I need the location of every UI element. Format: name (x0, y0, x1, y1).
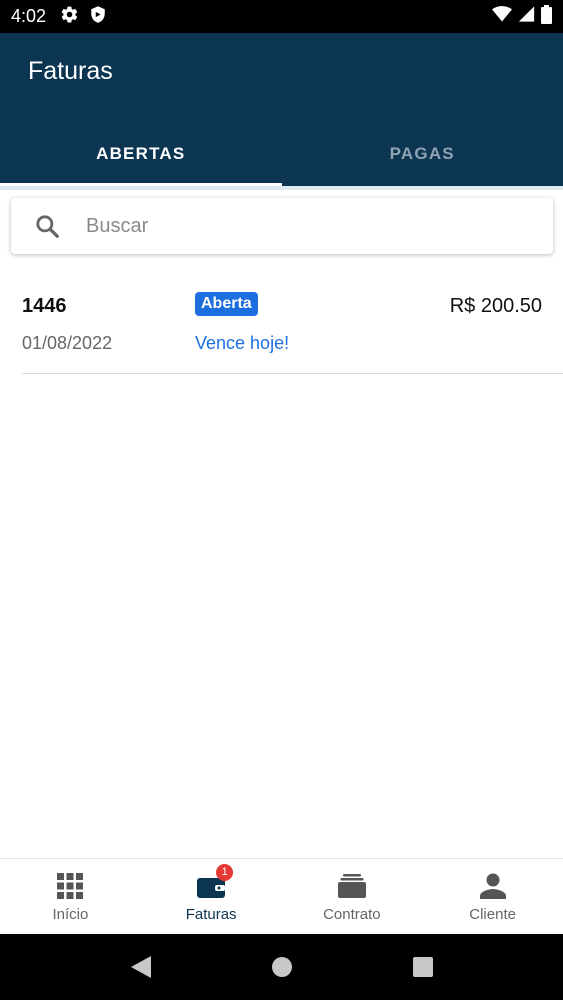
nav-label-contrato: Contrato (323, 905, 381, 923)
header-divider (0, 186, 563, 190)
tab-bar: ABERTAS PAGAS (0, 121, 563, 186)
nav-item-faturas[interactable]: 1 Faturas (141, 859, 282, 934)
invoice-number: 1446 (22, 295, 67, 317)
bottom-navigation: Início 1 Faturas Contrato Cliente (0, 858, 563, 934)
due-date-text: Vence hoje! (195, 333, 290, 353)
wallet-icon: 1 (196, 863, 234, 901)
folder-stack-icon (337, 871, 367, 901)
invoice-date: 01/08/2022 (22, 333, 113, 353)
recents-icon[interactable] (410, 954, 436, 980)
grid-icon (55, 871, 85, 901)
nav-item-cliente[interactable]: Cliente (422, 859, 563, 934)
search-bar[interactable] (11, 198, 553, 254)
tab-abertas-label: ABERTAS (96, 143, 186, 163)
search-icon[interactable] (34, 213, 60, 239)
settings-gear-icon (60, 5, 79, 29)
tab-pagas-label: PAGAS (389, 143, 455, 163)
app-header: Faturas ABERTAS PAGAS (0, 33, 563, 186)
tab-pagas[interactable]: PAGAS (282, 121, 563, 186)
nav-label-faturas: Faturas (185, 905, 237, 923)
person-icon (478, 871, 508, 901)
nav-item-inicio[interactable]: Início (0, 859, 141, 934)
search-input[interactable] (86, 214, 506, 238)
shield-icon (89, 5, 107, 29)
battery-icon (541, 4, 552, 29)
status-badge: Aberta (195, 292, 258, 316)
nav-item-contrato[interactable]: Contrato (282, 859, 423, 934)
nav-label-cliente: Cliente (469, 905, 516, 923)
status-time: 4:02 (11, 6, 47, 26)
back-icon[interactable] (128, 954, 154, 980)
invoice-list-item[interactable]: 1446 01/08/2022 Aberta Vence hoje! R$ 20… (22, 282, 563, 374)
tab-abertas[interactable]: ABERTAS (0, 121, 282, 186)
home-icon[interactable] (269, 954, 295, 980)
notification-badge: 1 (216, 863, 234, 881)
system-navigation-bar (0, 934, 563, 1000)
invoice-amount: R$ 200.50 (449, 295, 542, 317)
status-bar: 4:02 (0, 0, 563, 33)
cellular-signal-icon (518, 5, 535, 28)
nav-label-inicio: Início (52, 905, 89, 923)
page-title: Faturas (28, 57, 113, 85)
wifi-icon (492, 5, 512, 28)
